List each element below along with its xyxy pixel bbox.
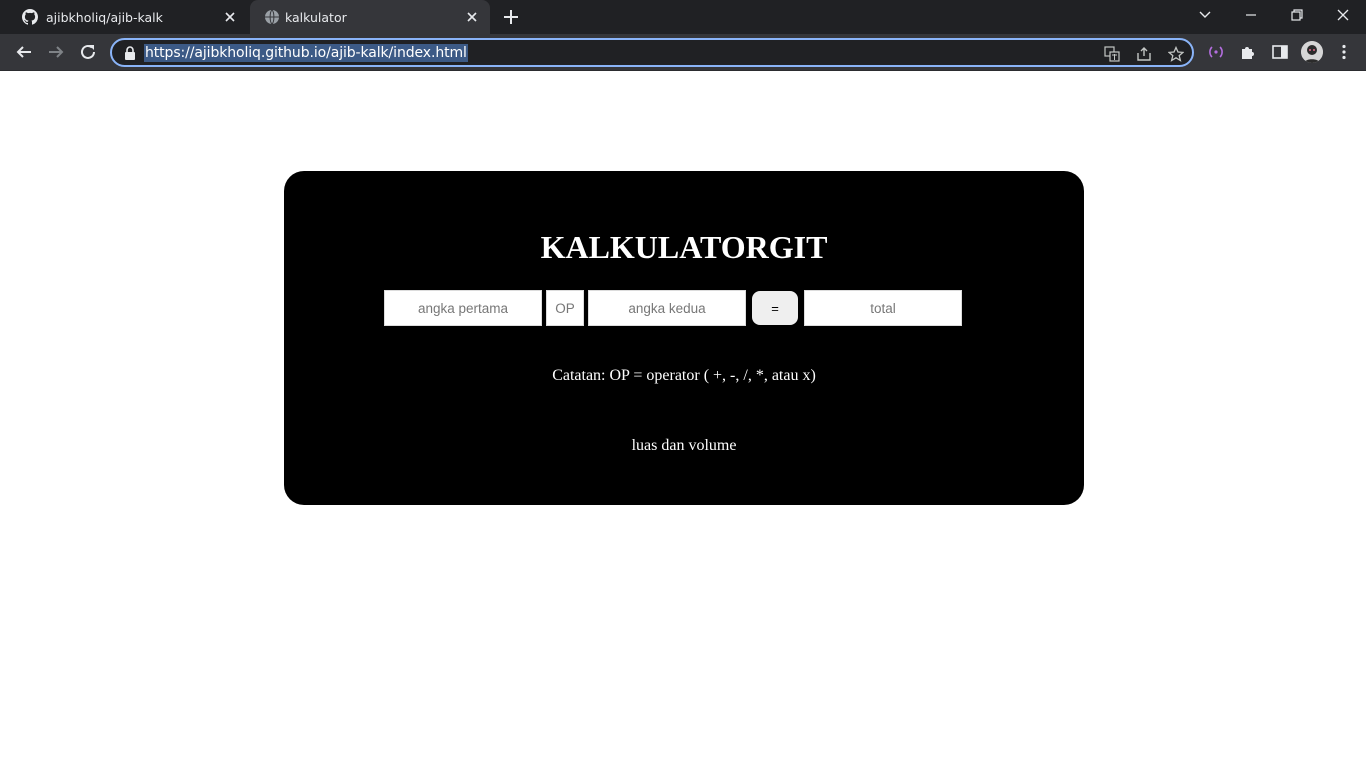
menu-icon[interactable] [1333, 41, 1355, 63]
close-icon[interactable] [1320, 0, 1366, 30]
tab-title: kalkulator [285, 10, 347, 25]
close-icon[interactable] [464, 9, 480, 25]
close-icon[interactable] [222, 9, 238, 25]
tab-kalkulator[interactable]: kalkulator [250, 0, 490, 34]
tab-strip: ajibkholiq/ajib-kalk kalkulator [0, 0, 1366, 34]
page-title: KALKULATORGIT [540, 229, 828, 265]
area-volume-link[interactable]: luas dan volume [632, 437, 737, 454]
back-icon[interactable] [12, 40, 36, 64]
media-router-icon[interactable] [1205, 41, 1227, 63]
reload-icon[interactable] [76, 40, 100, 64]
calculator-card: KALKULATORGIT = Catatan: OP = operator (… [284, 171, 1084, 505]
tab-search-icon[interactable] [1182, 0, 1228, 30]
bookmark-star-icon[interactable] [1166, 44, 1186, 64]
lock-icon[interactable] [124, 46, 136, 60]
tab-title: ajibkholiq/ajib-kalk [46, 10, 163, 25]
profile-avatar[interactable] [1301, 41, 1323, 63]
github-icon [22, 9, 39, 25]
side-panel-icon[interactable] [1269, 41, 1291, 63]
translate-icon[interactable] [1102, 44, 1122, 64]
area-volume-link-row: luas dan volume [284, 437, 1084, 455]
forward-icon[interactable] [44, 40, 68, 64]
url-text[interactable]: https://ajibkholiq.github.io/ajib-kalk/i… [144, 44, 468, 62]
share-icon[interactable] [1134, 44, 1154, 64]
second-number-input[interactable] [588, 290, 746, 326]
restore-icon[interactable] [1274, 0, 1320, 30]
tab-github[interactable]: ajibkholiq/ajib-kalk [8, 0, 248, 34]
minimize-icon[interactable] [1228, 0, 1274, 30]
address-bar[interactable]: https://ajibkholiq.github.io/ajib-kalk/i… [110, 38, 1194, 67]
browser-toolbar: https://ajibkholiq.github.io/ajib-kalk/i… [0, 34, 1366, 71]
first-number-input[interactable] [384, 290, 542, 326]
globe-icon [264, 9, 280, 25]
operator-input[interactable] [546, 290, 584, 326]
equals-button[interactable]: = [752, 291, 798, 325]
extensions-icon[interactable] [1237, 41, 1259, 63]
total-output[interactable] [804, 290, 962, 326]
operator-note: Catatan: OP = operator ( +, -, /, *, ata… [552, 367, 816, 384]
new-tab-icon[interactable] [501, 7, 521, 27]
page-viewport: KALKULATORGIT = Catatan: OP = operator (… [0, 71, 1366, 768]
